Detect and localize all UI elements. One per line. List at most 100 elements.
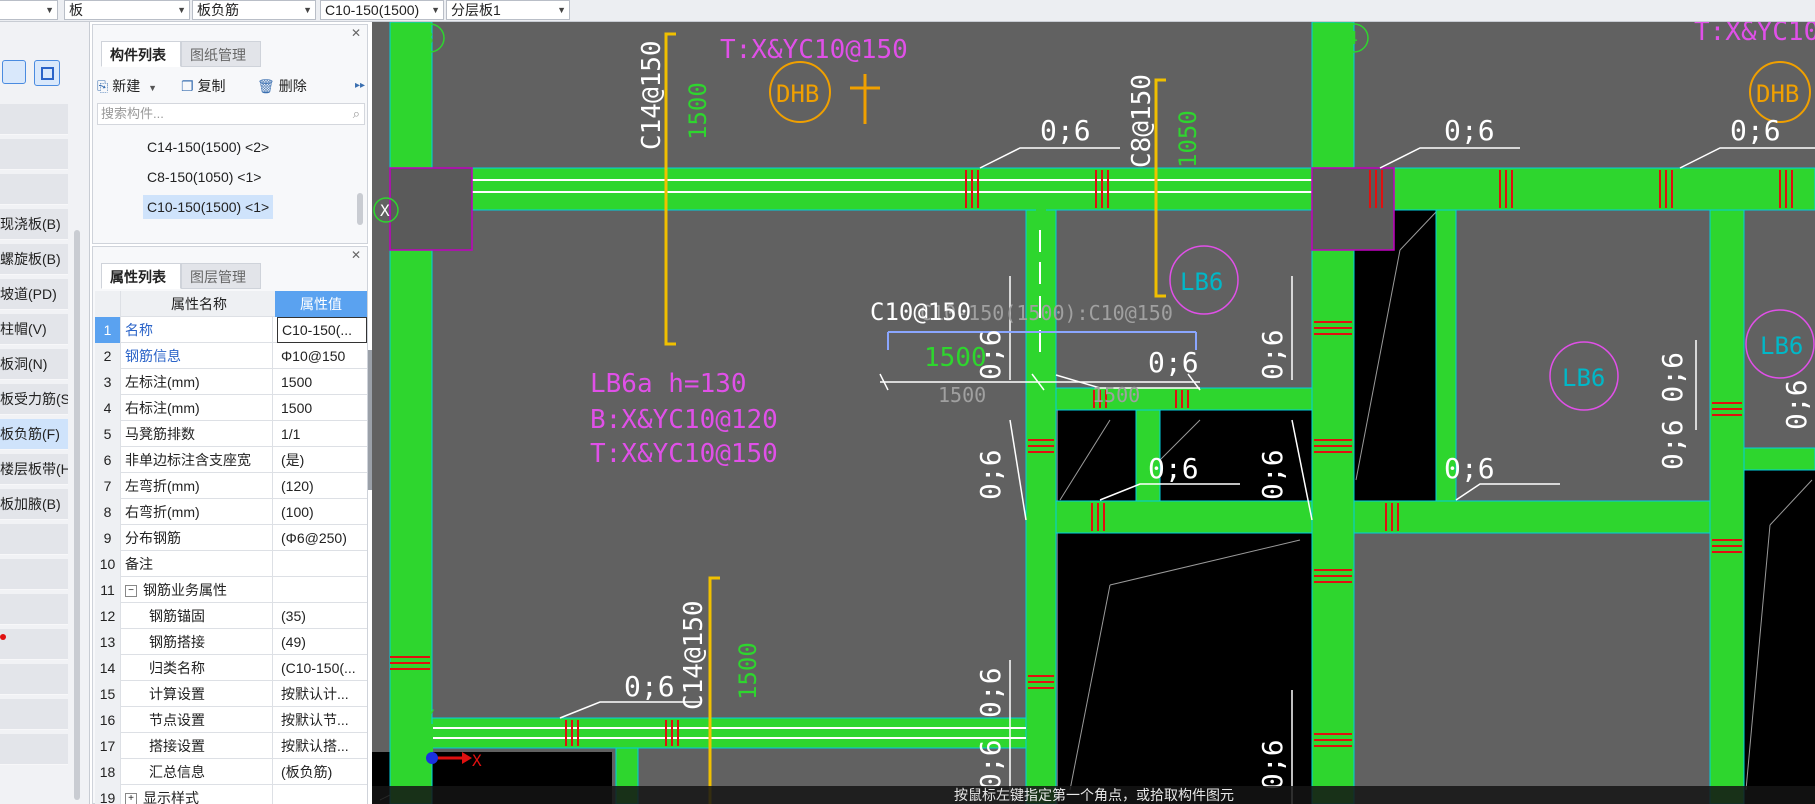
property-value[interactable]: C10-150(...: [277, 317, 367, 343]
nav-item[interactable]: 现浇板(B): [0, 209, 68, 240]
copy-button[interactable]: ❐ 复制: [181, 73, 226, 99]
component-tree-item[interactable]: C14-150(1500) <2>: [143, 135, 273, 159]
close-icon[interactable]: ✕: [351, 26, 361, 40]
property-row[interactable]: 10 备注: [95, 551, 367, 577]
nav-item[interactable]: [0, 734, 68, 765]
collapse-icon[interactable]: −: [125, 585, 137, 598]
property-value[interactable]: 1/1: [277, 421, 367, 447]
tab-layer-management[interactable]: 图层管理: [181, 263, 261, 289]
rebar-label: 0;6: [1444, 452, 1495, 485]
component-tree-item[interactable]: C10-150(1500) <1>: [143, 195, 274, 219]
nav-item[interactable]: [0, 174, 68, 205]
nav-item[interactable]: [0, 139, 68, 170]
nav-item[interactable]: [0, 559, 68, 590]
chevron-down-icon[interactable]: ▼: [148, 83, 157, 93]
toolbar-dropdown[interactable]: 板负筋 ▼: [192, 0, 316, 20]
new-button[interactable]: ⎘ 新建 ▼: [97, 73, 157, 99]
property-row[interactable]: 6 非单边标注含支座宽 (是): [95, 447, 367, 473]
property-row[interactable]: 15 计算设置 按默认计...: [95, 681, 367, 707]
property-value[interactable]: 1500: [277, 369, 367, 395]
property-value[interactable]: 按默认搭...: [277, 733, 367, 759]
property-row[interactable]: 12 钢筋锚固 (35): [95, 603, 367, 629]
property-row[interactable]: 8 右弯折(mm) (100): [95, 499, 367, 525]
property-value[interactable]: 按默认节...: [277, 707, 367, 733]
property-value[interactable]: (是): [277, 447, 367, 473]
close-icon[interactable]: ✕: [351, 248, 361, 262]
property-value[interactable]: [277, 785, 367, 804]
property-row[interactable]: 11− 钢筋业务属性: [95, 577, 367, 603]
tab-component-list[interactable]: 构件列表: [101, 41, 181, 67]
property-row[interactable]: 18 汇总信息 (板负筋): [95, 759, 367, 785]
nav-item[interactable]: 板加腋(B): [0, 489, 68, 520]
nav-item[interactable]: [0, 524, 68, 555]
property-value[interactable]: (板负筋): [277, 759, 367, 785]
nav-item[interactable]: [0, 594, 68, 625]
nav-item[interactable]: 楼层板带(H: [0, 454, 68, 485]
tab-property-list[interactable]: 属性列表: [101, 263, 181, 289]
property-value[interactable]: [277, 551, 367, 577]
property-value[interactable]: 1500: [277, 395, 367, 421]
nav-item[interactable]: [0, 699, 68, 730]
property-value[interactable]: (49): [277, 629, 367, 655]
property-row[interactable]: 4 右标注(mm) 1500: [95, 395, 367, 421]
property-row[interactable]: 13 钢筋搭接 (49): [95, 629, 367, 655]
nav-item[interactable]: [0, 664, 68, 695]
property-name: 右弯折(mm): [125, 499, 273, 525]
ghost-dimension-label: 1500: [1092, 383, 1140, 407]
trash-icon: 🗑: [257, 78, 275, 94]
axis-label: 4: [1347, 28, 1358, 49]
active-rebar-label: C10@150: [870, 298, 971, 326]
toolbar-dropdown[interactable]: C10-150(1500) ▼: [320, 0, 444, 20]
tab-drawing-management[interactable]: 图纸管理: [181, 41, 261, 67]
component-tree-item[interactable]: C8-150(1050) <1>: [143, 165, 265, 189]
toolbar-dropdown[interactable]: 板 ▼: [64, 0, 190, 20]
delete-button[interactable]: 🗑 删除: [257, 73, 307, 99]
property-row[interactable]: 19 + 显示样式: [95, 785, 367, 804]
rebar-label: 0;6: [1148, 452, 1199, 485]
nav-item[interactable]: 板洞(N): [0, 349, 68, 380]
cad-drawing[interactable]: LB6a h=130 B:X&YC10@120 T:X&YC10@150 T:X&YC…: [372, 22, 1815, 804]
component-list-panel: ✕ 构件列表 图纸管理 ⎘ 新建 ▼ ❐ 复制 🗑 删除 ▸▸ 搜索构件... ⌕ C…: [92, 24, 368, 244]
view-list-icon[interactable]: [2, 60, 26, 84]
property-value[interactable]: 按默认计...: [277, 681, 367, 707]
property-row[interactable]: 9 分布钢筋 (Φ6@250): [95, 525, 367, 551]
nav-item[interactable]: 柱帽(V): [0, 314, 68, 345]
property-name: 非单边标注含支座宽: [125, 447, 273, 473]
dimension-label: 1500: [734, 642, 762, 700]
chevron-down-icon: ▼: [431, 5, 440, 15]
copy-icon: ❐: [181, 78, 194, 94]
property-row[interactable]: 5 马凳筋排数 1/1: [95, 421, 367, 447]
search-input[interactable]: 搜索构件... ⌕: [97, 103, 365, 125]
nav-item[interactable]: 螺旋板(B): [0, 244, 68, 275]
property-value[interactable]: (C10-150(...: [277, 655, 367, 681]
negative-rebar-label: C14@150: [637, 40, 667, 150]
expand-icon[interactable]: +: [125, 793, 137, 804]
toolbar-dropdown[interactable]: 分层板1 ▼: [446, 0, 570, 20]
drawing-canvas[interactable]: LB6a h=130 B:X&YC10@120 T:X&YC10@150 T:X&YC…: [372, 22, 1815, 804]
toolbar-dropdown-value: 分层板1: [451, 2, 501, 18]
property-value[interactable]: [277, 577, 367, 603]
view-detail-icon[interactable]: [34, 60, 60, 86]
more-icon[interactable]: ▸▸: [355, 73, 365, 99]
property-row[interactable]: 2 钢筋信息 Φ10@150: [95, 343, 367, 369]
nav-scrollbar[interactable]: [74, 230, 80, 800]
property-row[interactable]: 7 左弯折(mm) (120): [95, 473, 367, 499]
property-row[interactable]: 3 左标注(mm) 1500: [95, 369, 367, 395]
property-value[interactable]: (Φ6@250): [277, 525, 367, 551]
nav-item[interactable]: 坡道(PD): [0, 279, 68, 310]
property-value[interactable]: (100): [277, 499, 367, 525]
nav-item[interactable]: [0, 104, 68, 135]
rebar-label: 0;6: [1256, 329, 1289, 380]
nav-item[interactable]: [0, 629, 68, 660]
property-row[interactable]: 17 搭接设置 按默认搭...: [95, 733, 367, 759]
property-row[interactable]: 14 归类名称 (C10-150(...: [95, 655, 367, 681]
property-row[interactable]: 16 节点设置 按默认节...: [95, 707, 367, 733]
property-value[interactable]: (35): [277, 603, 367, 629]
property-row[interactable]: 1 名称 C10-150(...: [95, 317, 367, 343]
nav-item[interactable]: 板负筋(F): [0, 419, 68, 450]
toolbar-dropdown[interactable]: ▼: [0, 0, 58, 20]
property-value[interactable]: Φ10@150: [277, 343, 367, 369]
property-value[interactable]: (120): [277, 473, 367, 499]
nav-item[interactable]: 板受力筋(S: [0, 384, 68, 415]
tree-scrollbar[interactable]: [357, 193, 363, 225]
